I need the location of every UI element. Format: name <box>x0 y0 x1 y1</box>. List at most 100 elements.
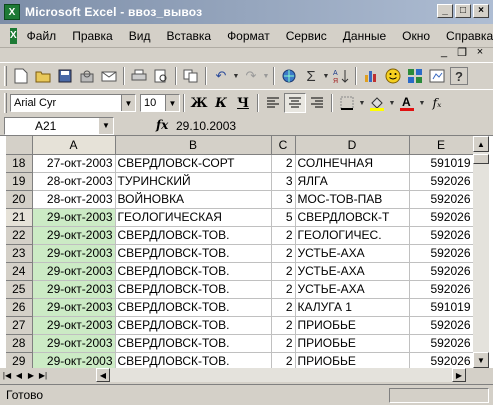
cell-d[interactable]: ПРИОБЬЕ <box>295 334 410 353</box>
cell-e[interactable]: 592026 <box>409 190 474 209</box>
print-preview-icon[interactable] <box>150 65 172 87</box>
font-name-combo[interactable]: Arial Cyr ▼ <box>10 94 136 112</box>
menu-edit[interactable]: Правка <box>64 29 121 43</box>
scroll-down-button[interactable]: ▼ <box>473 352 489 368</box>
copy-icon[interactable] <box>180 65 202 87</box>
cell-a[interactable]: 29-окт-2003 <box>32 244 116 263</box>
fill-color-dropdown-icon[interactable]: ▼ <box>388 92 396 114</box>
cell-a[interactable]: 27-окт-2003 <box>32 154 116 173</box>
cell-e[interactable]: 592026 <box>409 262 474 281</box>
column-header-e[interactable]: E <box>409 136 474 155</box>
toolbar-grip[interactable] <box>4 66 7 86</box>
excel-app-icon[interactable]: X <box>4 4 20 20</box>
cell-b[interactable]: СВЕРДЛОВСК-ТОВ. <box>115 244 272 263</box>
row-header[interactable]: 25 <box>6 280 33 299</box>
maximize-button[interactable]: □ <box>455 4 471 18</box>
row-header[interactable]: 22 <box>6 226 33 245</box>
cell-a[interactable]: 29-окт-2003 <box>32 280 116 299</box>
menu-window[interactable]: Окно <box>394 29 438 43</box>
align-right-icon[interactable] <box>306 93 328 113</box>
cell-a[interactable]: 29-окт-2003 <box>32 226 116 245</box>
cell-e[interactable]: 592026 <box>409 244 474 263</box>
formula-input[interactable]: 29.10.2003 <box>176 119 236 133</box>
font-color-dropdown-icon[interactable]: ▼ <box>418 92 426 114</box>
cell-e[interactable]: 591019 <box>409 154 474 173</box>
horizontal-scrollbar[interactable]: ◀ ▶ <box>96 368 466 382</box>
cell-a[interactable]: 29-окт-2003 <box>32 208 116 227</box>
sort-ascending-icon[interactable]: AЯ <box>330 65 352 87</box>
column-header-d[interactable]: D <box>295 136 410 155</box>
new-document-icon[interactable] <box>10 65 32 87</box>
cell-e[interactable]: 592026 <box>409 316 474 335</box>
chevron-down-icon[interactable]: ▼ <box>99 118 113 134</box>
permission-icon[interactable] <box>76 65 98 87</box>
zoom-icon[interactable] <box>426 65 448 87</box>
cell-b[interactable]: СВЕРДЛОВСК-ТОВ. <box>115 280 272 299</box>
scroll-left-button[interactable]: ◀ <box>96 368 110 382</box>
cell-b[interactable]: ВОЙНОВКА <box>115 190 272 209</box>
cell-d[interactable]: КАЛУГА 1 <box>295 298 410 317</box>
row-header[interactable]: 26 <box>6 298 33 317</box>
cell-c[interactable]: 5 <box>271 208 296 227</box>
vertical-scroll-thumb[interactable] <box>473 154 489 164</box>
row-header[interactable]: 21 <box>6 208 33 227</box>
undo-dropdown-icon[interactable]: ▼ <box>232 65 240 87</box>
chevron-down-icon[interactable]: ▼ <box>165 95 179 111</box>
cell-d[interactable]: ПРИОБЬЕ <box>295 316 410 335</box>
first-sheet-button[interactable]: |◀ <box>2 371 12 380</box>
cell-c[interactable]: 2 <box>271 334 296 353</box>
borders-icon[interactable] <box>336 93 358 113</box>
doc-close-button[interactable]: × <box>473 46 487 59</box>
autosum-icon[interactable]: Σ <box>300 65 322 87</box>
cell-a[interactable]: 29-окт-2003 <box>32 262 116 281</box>
cell-e[interactable]: 591019 <box>409 298 474 317</box>
minimize-button[interactable]: _ <box>437 4 453 18</box>
column-header-a[interactable]: A <box>32 136 116 155</box>
row-header[interactable]: 23 <box>6 244 33 263</box>
fx-icon[interactable]: fx <box>156 118 168 132</box>
italic-button[interactable]: К <box>210 93 232 113</box>
cell-c[interactable]: 2 <box>271 226 296 245</box>
menu-insert[interactable]: Вставка <box>158 29 219 43</box>
help-icon[interactable]: ? <box>450 67 468 85</box>
cell-e[interactable]: 592026 <box>409 334 474 353</box>
cell-d[interactable]: УСТЬЕ-АХА <box>295 244 410 263</box>
cell-c[interactable]: 2 <box>271 280 296 299</box>
menu-view[interactable]: Вид <box>121 29 159 43</box>
doc-minimize-button[interactable]: _ <box>437 46 451 59</box>
open-folder-icon[interactable] <box>32 65 54 87</box>
cell-e[interactable]: 592026 <box>409 226 474 245</box>
cell-d[interactable]: УСТЬЕ-АХА <box>295 262 410 281</box>
chart-wizard-icon[interactable] <box>360 65 382 87</box>
cell-c[interactable]: 2 <box>271 262 296 281</box>
cell-e[interactable]: 592026 <box>409 208 474 227</box>
prev-sheet-button[interactable]: ◀ <box>14 371 24 380</box>
align-center-icon[interactable] <box>284 93 306 113</box>
menu-format[interactable]: Формат <box>219 29 278 43</box>
scroll-right-button[interactable]: ▶ <box>452 368 466 382</box>
cell-d[interactable]: МОС-ТОВ-ПАВ <box>295 190 410 209</box>
smiley-icon[interactable] <box>382 65 404 87</box>
cell-c[interactable]: 2 <box>271 298 296 317</box>
cell-c[interactable]: 3 <box>271 190 296 209</box>
underline-button[interactable]: Ч <box>232 93 254 113</box>
menu-tools[interactable]: Сервис <box>278 29 335 43</box>
borders-dropdown-icon[interactable]: ▼ <box>358 92 366 114</box>
cell-c[interactable]: 2 <box>271 244 296 263</box>
cell-b[interactable]: СВЕРДЛОВСК-СОРТ <box>115 154 272 173</box>
name-box[interactable]: A21 ▼ <box>4 117 114 135</box>
cell-d[interactable]: ЯЛГА <box>295 172 410 191</box>
cell-a[interactable]: 28-окт-2003 <box>32 172 116 191</box>
menu-data[interactable]: Данные <box>335 29 394 43</box>
cell-c[interactable]: 3 <box>271 172 296 191</box>
cell-a[interactable]: 29-окт-2003 <box>32 316 116 335</box>
print-icon[interactable] <box>128 65 150 87</box>
row-header[interactable]: 18 <box>6 154 33 173</box>
cell-a[interactable]: 29-окт-2003 <box>32 298 116 317</box>
cell-b[interactable]: СВЕРДЛОВСК-ТОВ. <box>115 334 272 353</box>
cell-d[interactable]: СОЛНЕЧНАЯ <box>295 154 410 173</box>
cell-c[interactable]: 2 <box>271 154 296 173</box>
cell-b[interactable]: ГЕОЛОГИЧЕСКАЯ <box>115 208 272 227</box>
scroll-up-button[interactable]: ▲ <box>473 136 489 152</box>
workbook-icon[interactable]: X <box>10 27 17 44</box>
